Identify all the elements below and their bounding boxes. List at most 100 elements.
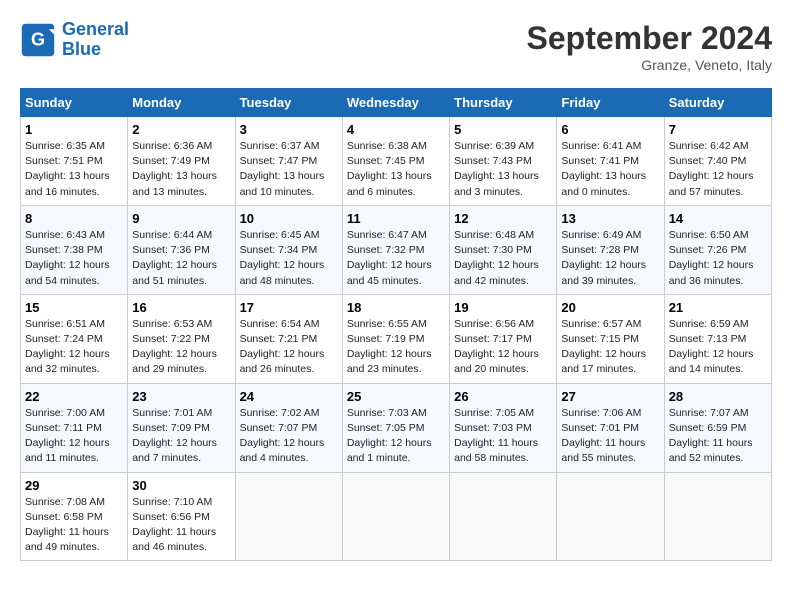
calendar-week-row: 8 Sunrise: 6:43 AM Sunset: 7:38 PM Dayli…: [21, 205, 772, 294]
calendar-cell: 11 Sunrise: 6:47 AM Sunset: 7:32 PM Dayl…: [342, 205, 449, 294]
calendar-cell: 8 Sunrise: 6:43 AM Sunset: 7:38 PM Dayli…: [21, 205, 128, 294]
day-info: Sunrise: 7:06 AM Sunset: 7:01 PM Dayligh…: [561, 406, 659, 467]
day-number: 8: [25, 211, 123, 226]
calendar-week-row: 1 Sunrise: 6:35 AM Sunset: 7:51 PM Dayli…: [21, 117, 772, 206]
day-number: 24: [240, 389, 338, 404]
day-number: 20: [561, 300, 659, 315]
day-info: Sunrise: 7:02 AM Sunset: 7:07 PM Dayligh…: [240, 406, 338, 467]
col-friday: Friday: [557, 89, 664, 117]
calendar-cell: [235, 472, 342, 561]
page-header: G General Blue September 2024 Granze, Ve…: [20, 20, 772, 73]
calendar-cell: 22 Sunrise: 7:00 AM Sunset: 7:11 PM Dayl…: [21, 383, 128, 472]
calendar-cell: 29 Sunrise: 7:08 AM Sunset: 6:58 PM Dayl…: [21, 472, 128, 561]
day-info: Sunrise: 6:53 AM Sunset: 7:22 PM Dayligh…: [132, 317, 230, 378]
calendar-cell: 10 Sunrise: 6:45 AM Sunset: 7:34 PM Dayl…: [235, 205, 342, 294]
calendar-cell: 12 Sunrise: 6:48 AM Sunset: 7:30 PM Dayl…: [450, 205, 557, 294]
day-info: Sunrise: 6:54 AM Sunset: 7:21 PM Dayligh…: [240, 317, 338, 378]
day-info: Sunrise: 7:08 AM Sunset: 6:58 PM Dayligh…: [25, 495, 123, 556]
calendar-cell: 23 Sunrise: 7:01 AM Sunset: 7:09 PM Dayl…: [128, 383, 235, 472]
day-number: 9: [132, 211, 230, 226]
day-info: Sunrise: 6:47 AM Sunset: 7:32 PM Dayligh…: [347, 228, 445, 289]
logo: G General Blue: [20, 20, 129, 60]
calendar-cell: 2 Sunrise: 6:36 AM Sunset: 7:49 PM Dayli…: [128, 117, 235, 206]
day-info: Sunrise: 6:42 AM Sunset: 7:40 PM Dayligh…: [669, 139, 767, 200]
day-number: 17: [240, 300, 338, 315]
col-monday: Monday: [128, 89, 235, 117]
day-number: 18: [347, 300, 445, 315]
calendar-cell: 17 Sunrise: 6:54 AM Sunset: 7:21 PM Dayl…: [235, 294, 342, 383]
calendar-week-row: 22 Sunrise: 7:00 AM Sunset: 7:11 PM Dayl…: [21, 383, 772, 472]
calendar-cell: 4 Sunrise: 6:38 AM Sunset: 7:45 PM Dayli…: [342, 117, 449, 206]
day-info: Sunrise: 7:10 AM Sunset: 6:56 PM Dayligh…: [132, 495, 230, 556]
day-number: 23: [132, 389, 230, 404]
day-info: Sunrise: 7:01 AM Sunset: 7:09 PM Dayligh…: [132, 406, 230, 467]
logo-text: General Blue: [62, 20, 129, 60]
col-wednesday: Wednesday: [342, 89, 449, 117]
day-info: Sunrise: 7:03 AM Sunset: 7:05 PM Dayligh…: [347, 406, 445, 467]
calendar-cell: 15 Sunrise: 6:51 AM Sunset: 7:24 PM Dayl…: [21, 294, 128, 383]
day-number: 10: [240, 211, 338, 226]
day-number: 22: [25, 389, 123, 404]
day-number: 13: [561, 211, 659, 226]
calendar-week-row: 15 Sunrise: 6:51 AM Sunset: 7:24 PM Dayl…: [21, 294, 772, 383]
day-number: 29: [25, 478, 123, 493]
day-number: 6: [561, 122, 659, 137]
day-info: Sunrise: 6:50 AM Sunset: 7:26 PM Dayligh…: [669, 228, 767, 289]
day-number: 27: [561, 389, 659, 404]
calendar-cell: 7 Sunrise: 6:42 AM Sunset: 7:40 PM Dayli…: [664, 117, 771, 206]
day-info: Sunrise: 7:00 AM Sunset: 7:11 PM Dayligh…: [25, 406, 123, 467]
day-info: Sunrise: 6:57 AM Sunset: 7:15 PM Dayligh…: [561, 317, 659, 378]
day-info: Sunrise: 6:37 AM Sunset: 7:47 PM Dayligh…: [240, 139, 338, 200]
day-info: Sunrise: 7:07 AM Sunset: 6:59 PM Dayligh…: [669, 406, 767, 467]
col-thursday: Thursday: [450, 89, 557, 117]
day-number: 5: [454, 122, 552, 137]
day-number: 28: [669, 389, 767, 404]
day-info: Sunrise: 6:35 AM Sunset: 7:51 PM Dayligh…: [25, 139, 123, 200]
logo-line1: General: [62, 19, 129, 39]
calendar-cell: 25 Sunrise: 7:03 AM Sunset: 7:05 PM Dayl…: [342, 383, 449, 472]
calendar-cell: 30 Sunrise: 7:10 AM Sunset: 6:56 PM Dayl…: [128, 472, 235, 561]
calendar-cell: 27 Sunrise: 7:06 AM Sunset: 7:01 PM Dayl…: [557, 383, 664, 472]
calendar-cell: 14 Sunrise: 6:50 AM Sunset: 7:26 PM Dayl…: [664, 205, 771, 294]
calendar-header-row: Sunday Monday Tuesday Wednesday Thursday…: [21, 89, 772, 117]
day-info: Sunrise: 6:39 AM Sunset: 7:43 PM Dayligh…: [454, 139, 552, 200]
day-info: Sunrise: 6:48 AM Sunset: 7:30 PM Dayligh…: [454, 228, 552, 289]
day-info: Sunrise: 6:41 AM Sunset: 7:41 PM Dayligh…: [561, 139, 659, 200]
calendar-cell: 5 Sunrise: 6:39 AM Sunset: 7:43 PM Dayli…: [450, 117, 557, 206]
calendar-cell: 3 Sunrise: 6:37 AM Sunset: 7:47 PM Dayli…: [235, 117, 342, 206]
day-info: Sunrise: 6:51 AM Sunset: 7:24 PM Dayligh…: [25, 317, 123, 378]
day-number: 14: [669, 211, 767, 226]
calendar-cell: 28 Sunrise: 7:07 AM Sunset: 6:59 PM Dayl…: [664, 383, 771, 472]
day-info: Sunrise: 6:36 AM Sunset: 7:49 PM Dayligh…: [132, 139, 230, 200]
calendar-cell: 6 Sunrise: 6:41 AM Sunset: 7:41 PM Dayli…: [557, 117, 664, 206]
day-number: 21: [669, 300, 767, 315]
day-number: 26: [454, 389, 552, 404]
month-title: September 2024: [527, 20, 772, 57]
col-saturday: Saturday: [664, 89, 771, 117]
day-number: 30: [132, 478, 230, 493]
title-block: September 2024 Granze, Veneto, Italy: [527, 20, 772, 73]
calendar-cell: 18 Sunrise: 6:55 AM Sunset: 7:19 PM Dayl…: [342, 294, 449, 383]
location: Granze, Veneto, Italy: [527, 57, 772, 73]
day-info: Sunrise: 6:43 AM Sunset: 7:38 PM Dayligh…: [25, 228, 123, 289]
calendar-cell: 9 Sunrise: 6:44 AM Sunset: 7:36 PM Dayli…: [128, 205, 235, 294]
day-info: Sunrise: 6:55 AM Sunset: 7:19 PM Dayligh…: [347, 317, 445, 378]
logo-line2: Blue: [62, 39, 101, 59]
calendar-cell: 21 Sunrise: 6:59 AM Sunset: 7:13 PM Dayl…: [664, 294, 771, 383]
day-info: Sunrise: 7:05 AM Sunset: 7:03 PM Dayligh…: [454, 406, 552, 467]
calendar-cell: 16 Sunrise: 6:53 AM Sunset: 7:22 PM Dayl…: [128, 294, 235, 383]
day-number: 19: [454, 300, 552, 315]
day-number: 12: [454, 211, 552, 226]
day-number: 15: [25, 300, 123, 315]
day-info: Sunrise: 6:44 AM Sunset: 7:36 PM Dayligh…: [132, 228, 230, 289]
day-number: 1: [25, 122, 123, 137]
day-number: 3: [240, 122, 338, 137]
day-number: 25: [347, 389, 445, 404]
day-number: 7: [669, 122, 767, 137]
calendar-cell: 19 Sunrise: 6:56 AM Sunset: 7:17 PM Dayl…: [450, 294, 557, 383]
col-sunday: Sunday: [21, 89, 128, 117]
calendar-cell: [664, 472, 771, 561]
calendar-cell: 13 Sunrise: 6:49 AM Sunset: 7:28 PM Dayl…: [557, 205, 664, 294]
svg-text:G: G: [31, 29, 45, 49]
calendar-cell: [450, 472, 557, 561]
